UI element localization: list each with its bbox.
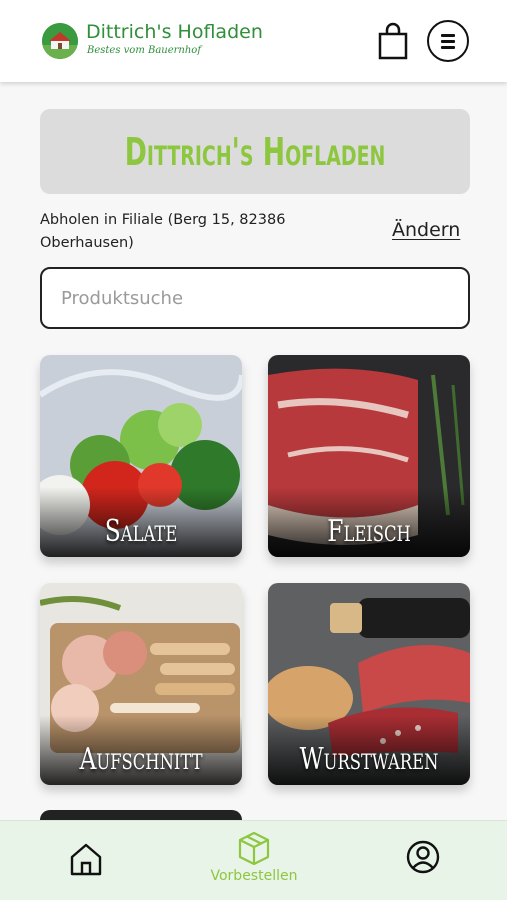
- hamburger-menu-icon: [441, 34, 455, 37]
- brand-name[interactable]: Dittrich's Hofladen: [86, 21, 263, 43]
- store-banner-title: Dittrich's Hofladen: [124, 129, 386, 174]
- bottom-navigation: Vorbestellen: [0, 820, 507, 900]
- pickup-location: Abholen in Filiale (Berg 15, 82386 Oberh…: [40, 212, 286, 251]
- category-tile-fleisch[interactable]: Fleisch: [268, 355, 470, 557]
- cart-button[interactable]: [376, 22, 410, 60]
- category-label: Fleisch: [327, 514, 411, 549]
- brand-tagline: Bestes vom Bauernhof: [87, 45, 202, 56]
- app-header: Dittrich's Hofladen Bestes vom Bauernhof: [0, 0, 507, 82]
- nav-preorder-label: Vorbestellen: [210, 868, 298, 884]
- category-tile-aufschnitt[interactable]: Aufschnitt: [40, 583, 242, 785]
- store-banner: Dittrich's Hofladen: [40, 109, 470, 194]
- product-search-input[interactable]: [40, 267, 470, 329]
- nav-preorder[interactable]: Vorbestellen: [190, 821, 318, 900]
- nav-home[interactable]: [64, 821, 108, 900]
- home-icon: [70, 843, 102, 876]
- category-tile-wurstwaren[interactable]: Wurstwaren: [268, 583, 470, 785]
- category-label: Wurstwaren: [299, 742, 439, 777]
- category-label: Aufschnitt: [79, 742, 203, 777]
- nav-account[interactable]: [401, 821, 445, 900]
- category-tile-salate[interactable]: Salate: [40, 355, 242, 557]
- user-circle-icon: [406, 840, 440, 874]
- menu-button[interactable]: [427, 20, 469, 62]
- category-label: Salate: [104, 514, 178, 549]
- change-pickup-link[interactable]: Ändern: [392, 219, 460, 241]
- shopping-bag-icon: [378, 22, 408, 60]
- logo-icon[interactable]: [42, 23, 78, 59]
- box-icon: [238, 831, 270, 865]
